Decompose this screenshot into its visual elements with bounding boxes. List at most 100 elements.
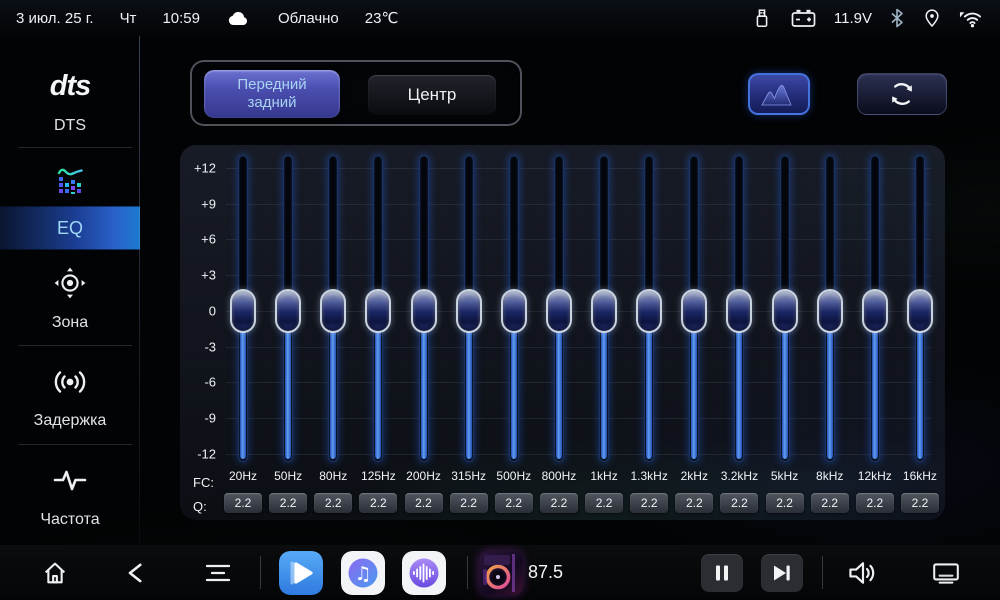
pause-button[interactable] [701, 545, 743, 600]
eq-band-q-button[interactable]: 2.2 [811, 493, 849, 513]
back-icon[interactable] [123, 545, 151, 600]
eq-band-q-button[interactable]: 2.2 [585, 493, 623, 513]
eq-band-q-button[interactable]: 2.2 [766, 493, 804, 513]
eq-slider-thumb[interactable] [772, 289, 798, 333]
eq-slider-thumb[interactable] [320, 289, 346, 333]
home-icon[interactable] [41, 545, 69, 600]
eq-band-q-button[interactable]: 2.2 [720, 493, 758, 513]
volume-icon[interactable] [846, 545, 880, 600]
eq-band-frequency: 16kHz [888, 469, 952, 483]
eq-slider-thumb[interactable] [275, 289, 301, 333]
eq-band-q-button[interactable]: 2.2 [269, 493, 307, 513]
status-weekday: Чт [120, 10, 137, 27]
dock-bar: ♫ [0, 545, 1000, 600]
eq-slider-fill [375, 312, 381, 459]
eq-slider-fill [330, 312, 336, 459]
eq-curve-button[interactable] [748, 73, 810, 115]
voice-app-icon[interactable] [402, 545, 446, 600]
eq-slider-fill [691, 312, 697, 459]
eq-slider-thumb[interactable] [817, 289, 843, 333]
eq-band-q-button[interactable]: 2.2 [359, 493, 397, 513]
status-bar: 3 июл. 25 г. Чт 10:59 Облачно 23℃ 11.9V [0, 0, 1000, 36]
tab-front-rear[interactable]: Передний задний [204, 70, 340, 118]
delay-icon[interactable] [0, 364, 140, 400]
menu-icon[interactable] [204, 545, 232, 600]
eq-slider-thumb[interactable] [907, 289, 933, 333]
eq-slider-thumb[interactable] [230, 289, 256, 333]
wifi-icon[interactable] [959, 7, 984, 29]
status-date: 3 июл. 25 г. [16, 10, 94, 27]
eq-band-q-button[interactable]: 2.2 [495, 493, 533, 513]
eq-slider-fill [556, 312, 562, 459]
sidebar: dts DTS EQ Зона [0, 36, 140, 545]
sidebar-divider [18, 444, 132, 445]
eq-slider-thumb[interactable] [456, 289, 482, 333]
eq-scale-label: +6 [180, 232, 216, 247]
equalizer-icon[interactable] [0, 164, 140, 200]
car-battery-icon [790, 6, 817, 30]
status-weather: Облачно [278, 10, 339, 27]
eq-band-q-button[interactable]: 2.2 [405, 493, 443, 513]
eq-slider-thumb[interactable] [411, 289, 437, 333]
eq-slider-fill [240, 312, 246, 459]
cloud-icon [226, 8, 252, 28]
eq-slider-fill [511, 312, 517, 459]
eq-slider-thumb[interactable] [591, 289, 617, 333]
status-voltage: 11.9V [834, 10, 872, 27]
sidebar-item-dts[interactable]: DTS [0, 117, 140, 135]
eq-slider-fill [646, 312, 652, 459]
eq-slider-fill [872, 312, 878, 459]
next-track-button[interactable] [761, 545, 803, 600]
eq-band-q-button[interactable]: 2.2 [675, 493, 713, 513]
dock-divider [467, 556, 468, 589]
q-row-label: Q: [193, 499, 207, 514]
eq-scale-label: -12 [180, 446, 216, 461]
eq-slider-thumb[interactable] [681, 289, 707, 333]
location-icon[interactable] [922, 7, 942, 30]
bluetooth-icon[interactable] [889, 7, 905, 29]
radio-app-icon[interactable] [479, 545, 523, 600]
eq-slider-thumb[interactable] [636, 289, 662, 333]
eq-panel: FC: Q: +12+9+6+30-3-6-9-1220Hz2.250Hz2.2… [180, 145, 945, 520]
eq-slider-fill [736, 312, 742, 459]
eq-band-q-button[interactable]: 2.2 [314, 493, 352, 513]
eq-curve-icon [759, 80, 799, 108]
eq-slider-thumb[interactable] [501, 289, 527, 333]
frequency-icon[interactable] [0, 464, 140, 496]
eq-slider-thumb[interactable] [365, 289, 391, 333]
eq-slider-thumb[interactable] [546, 289, 572, 333]
eq-slider-thumb[interactable] [862, 289, 888, 333]
next-track-icon [771, 563, 793, 583]
eq-slider-fill [285, 312, 291, 459]
music-app-icon[interactable]: ♫ [341, 545, 385, 600]
eq-band-q-button[interactable]: 2.2 [224, 493, 262, 513]
dts-logo: dts [0, 70, 140, 103]
eq-band-q-button[interactable]: 2.2 [630, 493, 668, 513]
sidebar-item-zone[interactable]: Зона [0, 314, 140, 332]
eq-band-q-button[interactable]: 2.2 [450, 493, 488, 513]
eq-scale-label: +3 [180, 268, 216, 283]
eq-band-q-button[interactable]: 2.2 [901, 493, 939, 513]
eq-slider-thumb[interactable] [726, 289, 752, 333]
zone-icon[interactable] [0, 266, 140, 302]
tab-center[interactable]: Центр [368, 75, 496, 115]
tab-front-rear-label: Передний задний [216, 76, 328, 112]
pause-icon [712, 563, 732, 583]
eq-slider-fill [827, 312, 833, 459]
svg-text:♫: ♫ [354, 563, 371, 585]
reset-button[interactable] [857, 73, 947, 115]
sidebar-item-delay[interactable]: Задержка [0, 412, 140, 430]
eq-band-q-button[interactable]: 2.2 [540, 493, 578, 513]
status-temperature: 23℃ [365, 9, 399, 27]
display-icon[interactable] [930, 545, 962, 600]
sidebar-item-eq[interactable]: EQ [0, 206, 140, 250]
eq-band-q-button[interactable]: 2.2 [856, 493, 894, 513]
tab-center-label: Центр [408, 85, 457, 105]
sidebar-divider [18, 345, 132, 346]
eq-scale-label: 0 [180, 303, 216, 318]
eq-slider-fill [782, 312, 788, 459]
eq-scale-label: +9 [180, 196, 216, 211]
video-app-icon[interactable] [279, 545, 323, 600]
sidebar-item-frequency[interactable]: Частота [0, 511, 140, 529]
eq-scale-label: -6 [180, 375, 216, 390]
